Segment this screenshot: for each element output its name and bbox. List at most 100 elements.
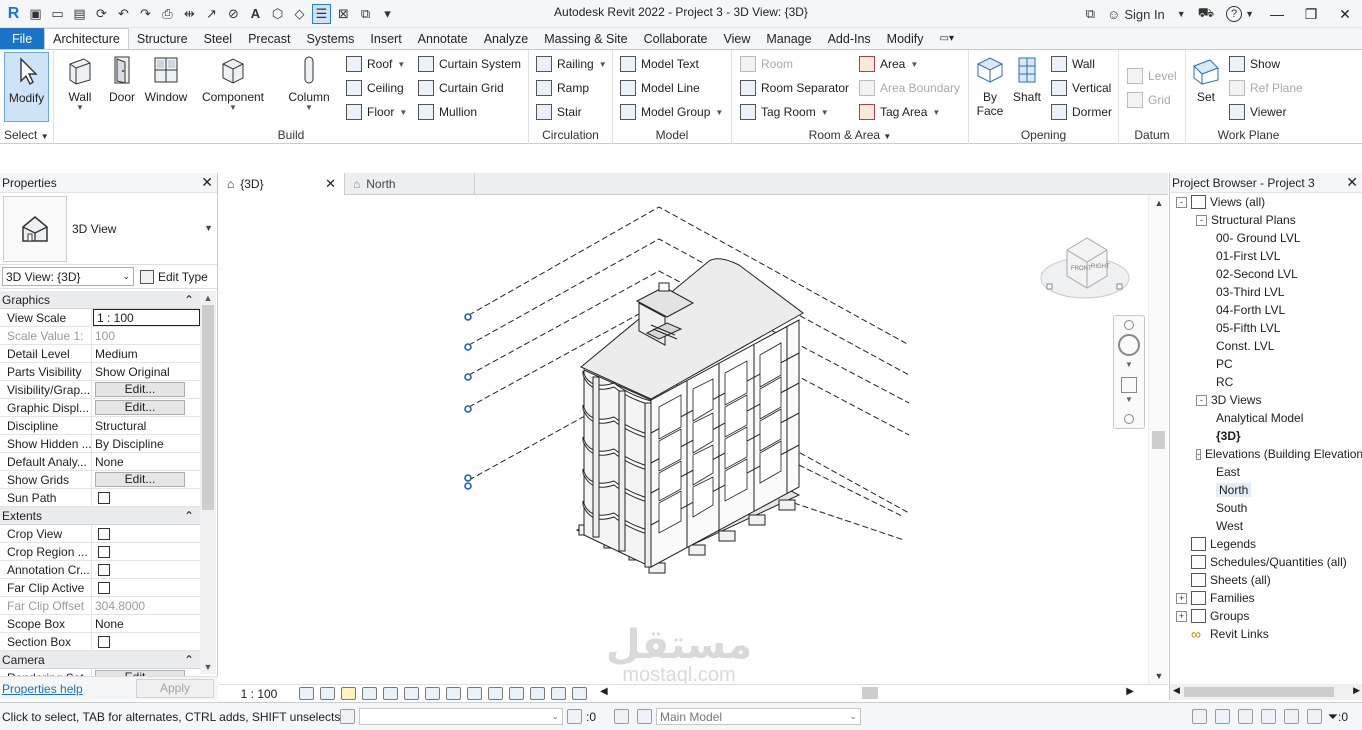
property-checkbox[interactable] bbox=[98, 581, 110, 594]
exclude-options-icon[interactable] bbox=[637, 709, 653, 724]
property-value[interactable] bbox=[92, 633, 200, 650]
browser-node[interactable]: Schedules/Quantities (all) bbox=[1170, 553, 1362, 571]
edit-button[interactable]: Edit... bbox=[95, 400, 185, 415]
tab-view[interactable]: View bbox=[716, 28, 759, 49]
rendering-icon[interactable] bbox=[383, 687, 398, 700]
temporary-hide-icon[interactable] bbox=[467, 687, 482, 700]
browser-node[interactable]: {3D} bbox=[1170, 427, 1362, 445]
tab-steel[interactable]: Steel bbox=[196, 28, 241, 49]
select-underlay-icon[interactable] bbox=[1214, 709, 1230, 724]
tab-annotate[interactable]: Annotate bbox=[410, 28, 476, 49]
room-area-panel-dropdown[interactable]: Room & Area ▼ bbox=[732, 128, 968, 142]
canvas-horizontal-scrollbar[interactable]: ◀ ▶ bbox=[600, 686, 1148, 700]
browser-node[interactable]: - Views (all) bbox=[1170, 193, 1362, 211]
collapse-icon[interactable]: ⌃ bbox=[184, 509, 194, 523]
minimize-icon[interactable]: — bbox=[1260, 0, 1294, 28]
collapse-toggle-icon[interactable]: - bbox=[1196, 214, 1207, 226]
model-text-button[interactable]: Model Text bbox=[620, 53, 699, 75]
property-checkbox[interactable] bbox=[98, 635, 110, 648]
browser-node[interactable]: 02-Second LVL bbox=[1170, 265, 1362, 283]
view-tab-north[interactable]: ⌂ North bbox=[345, 173, 475, 195]
worksharing-display-icon[interactable] bbox=[509, 687, 524, 700]
window-button[interactable]: Window bbox=[142, 52, 190, 104]
property-value[interactable]: Edit... bbox=[92, 399, 200, 416]
ramp-button[interactable]: Ramp bbox=[536, 77, 589, 99]
model-line-button[interactable]: Model Line bbox=[620, 77, 700, 99]
roof-button[interactable]: Roof ▼ bbox=[346, 53, 405, 75]
crop-view-icon[interactable] bbox=[404, 687, 419, 700]
browser-node[interactable]: West bbox=[1170, 517, 1362, 535]
tab-precast[interactable]: Precast bbox=[240, 28, 298, 49]
property-value[interactable]: Structural bbox=[92, 417, 200, 434]
steering-wheel-dropdown-icon[interactable]: ▼ bbox=[1114, 360, 1144, 369]
model-group-button[interactable]: Model Group ▼ bbox=[620, 101, 723, 123]
type-selector-dropdown-icon[interactable]: ▼ bbox=[204, 223, 213, 233]
edit-type-button[interactable]: Edit Type bbox=[140, 269, 208, 284]
design-option-icon[interactable] bbox=[614, 709, 630, 724]
apply-button[interactable]: Apply bbox=[136, 679, 214, 698]
property-value[interactable] bbox=[92, 525, 200, 542]
view-tab-3d[interactable]: ⌂ {3D} ✕ bbox=[219, 173, 345, 195]
canvas-scroll-thumb[interactable] bbox=[1152, 431, 1165, 449]
canvas-vertical-scrollbar[interactable]: ▲ ▼ bbox=[1148, 195, 1168, 684]
tab-architecture[interactable]: Architecture bbox=[44, 28, 129, 49]
tag-icon[interactable]: ⊘ bbox=[224, 4, 243, 24]
print-icon[interactable]: ⎙ bbox=[158, 4, 177, 24]
3d-view-icon[interactable]: ⬡ bbox=[268, 4, 287, 24]
tab-collaborate[interactable]: Collaborate bbox=[636, 28, 716, 49]
properties-scroll-thumb[interactable] bbox=[202, 305, 214, 510]
reveal-hidden-icon[interactable] bbox=[488, 687, 503, 700]
tab-systems[interactable]: Systems bbox=[298, 28, 362, 49]
ceiling-button[interactable]: Ceiling bbox=[346, 77, 404, 99]
tab-manage[interactable]: Manage bbox=[758, 28, 819, 49]
area-boundary-button[interactable]: Area Boundary bbox=[859, 77, 960, 99]
browser-node[interactable]: Const. LVL bbox=[1170, 337, 1362, 355]
section-extents[interactable]: Extents ⌃ bbox=[0, 507, 200, 525]
instance-filter-dropdown[interactable]: 3D View: {3D} ⌄ bbox=[2, 267, 134, 286]
tab-modify[interactable]: Modify bbox=[879, 28, 932, 49]
property-value[interactable] bbox=[92, 489, 200, 506]
background-processes-icon[interactable] bbox=[1306, 709, 1322, 724]
properties-help-link[interactable]: Properties help bbox=[2, 682, 83, 696]
lock-3d-view-icon[interactable] bbox=[446, 687, 461, 700]
expand-toggle-icon[interactable]: + bbox=[1176, 592, 1187, 604]
property-value[interactable] bbox=[92, 561, 200, 578]
browser-node[interactable]: - Structural Plans bbox=[1170, 211, 1362, 229]
dimension-icon[interactable]: ↗ bbox=[202, 4, 221, 24]
scroll-down-icon[interactable]: ▼ bbox=[200, 662, 216, 672]
property-checkbox[interactable] bbox=[98, 527, 110, 540]
viewer-button[interactable]: Viewer bbox=[1229, 101, 1286, 123]
level-button[interactable]: Level bbox=[1127, 65, 1177, 87]
tab-file[interactable]: File bbox=[0, 28, 45, 49]
tab-analyze[interactable]: Analyze bbox=[476, 28, 536, 49]
browser-node[interactable]: 04-Forth LVL bbox=[1170, 301, 1362, 319]
sign-in-link[interactable]: ☺ Sign In bbox=[1101, 0, 1171, 28]
sync-icon[interactable]: ⟳ bbox=[92, 4, 111, 24]
tab-structure[interactable]: Structure bbox=[129, 28, 196, 49]
properties-scrollbar[interactable]: ▲ ▼ bbox=[200, 291, 216, 674]
edit-button[interactable]: Edit... bbox=[95, 472, 185, 487]
measure-icon[interactable]: ⇹ bbox=[180, 4, 199, 24]
property-value[interactable]: Edit... bbox=[92, 471, 200, 488]
door-button[interactable]: Door bbox=[104, 52, 140, 104]
column-button[interactable]: Column ▼ bbox=[284, 52, 334, 112]
set-button[interactable]: Set bbox=[1188, 52, 1224, 104]
home-icon[interactable]: ▣ bbox=[26, 4, 45, 24]
browser-node[interactable]: 01-First LVL bbox=[1170, 247, 1362, 265]
section-icon[interactable]: ◇ bbox=[290, 4, 309, 24]
browser-node[interactable]: + Groups bbox=[1170, 607, 1362, 625]
browser-node[interactable]: PC bbox=[1170, 355, 1362, 373]
sign-in-dropdown-icon[interactable]: ▼ bbox=[1171, 0, 1192, 28]
text-icon[interactable]: A bbox=[246, 4, 265, 24]
property-checkbox[interactable] bbox=[98, 491, 110, 504]
select-links-icon[interactable] bbox=[1191, 709, 1207, 724]
editable-icon[interactable] bbox=[567, 709, 582, 724]
tag-room-button[interactable]: Tag Room ▼ bbox=[740, 101, 829, 123]
thin-lines-icon[interactable]: ☰ bbox=[312, 3, 331, 24]
room-separator-button[interactable]: Room Separator bbox=[740, 77, 849, 99]
property-value[interactable]: None bbox=[92, 615, 200, 632]
floor-button[interactable]: Floor ▼ bbox=[346, 101, 407, 123]
wall-opening-button[interactable]: Wall bbox=[1051, 53, 1095, 75]
save-icon[interactable]: ▤ bbox=[70, 4, 89, 24]
property-value[interactable]: Edit... bbox=[92, 381, 200, 398]
